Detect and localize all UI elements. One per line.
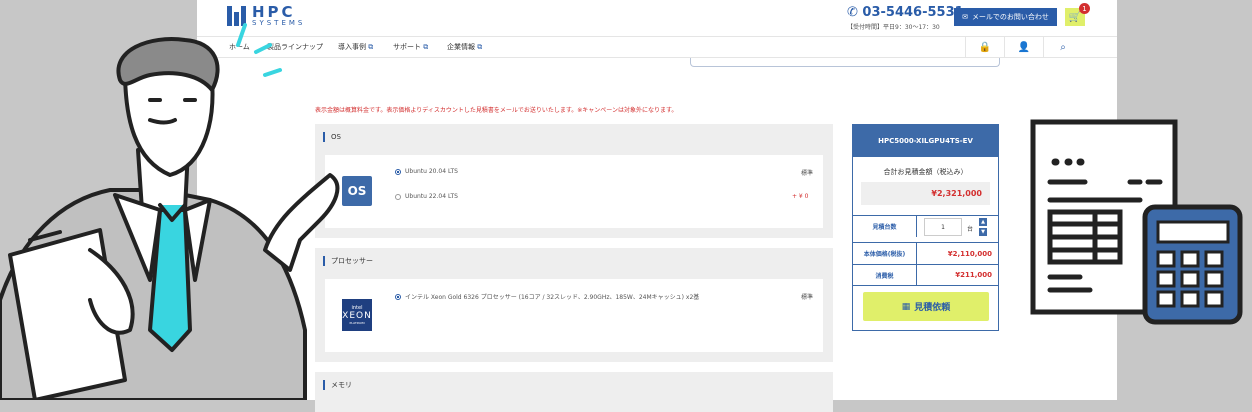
memory-section: メモリ xyxy=(315,372,833,412)
phone-number[interactable]: ✆ 03-5446-5531 xyxy=(847,5,964,20)
standard-tag: 標準 xyxy=(801,170,814,177)
tax-value: ¥211,000 xyxy=(955,271,992,279)
nav-item-company[interactable]: 企業情報 ⧉ xyxy=(447,42,482,52)
os-options: OS Ubuntu 20.04 LTS 標準 Ubuntu 22.04 LTS … xyxy=(325,155,823,228)
quantity-up-icon[interactable]: ▲ xyxy=(979,218,987,226)
price-notice: 表示金額は概算料金です。表示価格よりディスカウントした見積書をメールでお送りいた… xyxy=(315,107,678,114)
lock-icon[interactable]: 🔒 xyxy=(965,37,1004,58)
base-price-value: ¥2,110,000 xyxy=(947,249,992,258)
quantity-input[interactable]: 1 xyxy=(924,218,962,236)
standard-tag: 標準 xyxy=(801,294,814,301)
radio-selected[interactable] xyxy=(395,293,401,300)
business-hours: 【受付時間】平日9：30〜17：30 xyxy=(847,24,940,31)
radio-unselected[interactable] xyxy=(395,193,401,200)
mail-inquiry-button[interactable]: ✉ メールでのお問い合わせ xyxy=(954,8,1057,26)
processor-options: intel XEON PLATINUM インテル Xeon Gold 6326 … xyxy=(325,279,823,352)
user-icon[interactable]: 👤 xyxy=(1004,37,1043,58)
radio-selected[interactable] xyxy=(395,168,401,175)
os-option-ubuntu-2204[interactable]: Ubuntu 22.04 LTS xyxy=(395,193,458,200)
quantity-down-icon[interactable]: ▼ xyxy=(979,228,987,236)
option-price: + ¥ 0 xyxy=(792,193,809,200)
total-label: 合計お見積金額（税込み） xyxy=(883,168,968,176)
calculator-icon: ▦ xyxy=(901,301,911,312)
external-link-icon: ⧉ xyxy=(368,43,374,51)
external-link-icon: ⧉ xyxy=(423,43,429,51)
total-price: ¥2,321,000 xyxy=(861,182,990,205)
os-section: OS OS Ubuntu 20.04 LTS 標準 Ubuntu 22.04 L… xyxy=(315,124,833,238)
quantity-unit: 台 xyxy=(967,226,974,233)
processor-option-gold-6326[interactable]: インテル Xeon Gold 6326 プロセッサー (16コア / 32スレッ… xyxy=(395,292,699,301)
tax-row: 消費税 ¥211,000 xyxy=(853,264,998,286)
cart-icon: 🛒 xyxy=(1068,11,1082,23)
search-icon[interactable]: ⌕ xyxy=(1043,37,1082,58)
external-link-icon: ⧉ xyxy=(477,43,483,51)
os-option-ubuntu-2004[interactable]: Ubuntu 20.04 LTS xyxy=(395,168,458,175)
mail-icon: ✉ xyxy=(962,13,968,21)
nav-item-support[interactable]: サポート ⧉ xyxy=(393,42,428,52)
os-badge-icon: OS xyxy=(342,176,372,206)
quote-document-icon xyxy=(1030,119,1243,325)
model-name: HPC5000-XILGPU4TS-EV xyxy=(853,125,998,157)
xeon-logo-icon: intel XEON PLATINUM xyxy=(342,299,372,331)
processor-section: プロセッサー intel XEON PLATINUM インテル Xeon Gol… xyxy=(315,248,833,362)
base-price-row: 本体価格(税抜) ¥2,110,000 xyxy=(853,242,998,264)
search-box-edge xyxy=(690,58,1000,67)
quote-request-button[interactable]: ▦ 見積依頼 xyxy=(863,292,989,321)
phone-icon: ✆ xyxy=(847,5,863,20)
cart-count-badge: 1 xyxy=(1079,3,1090,14)
estimate-panel: HPC5000-XILGPU4TS-EV 合計お見積金額（税込み） ¥2,321… xyxy=(852,124,999,331)
businessman-illustration xyxy=(0,23,340,400)
